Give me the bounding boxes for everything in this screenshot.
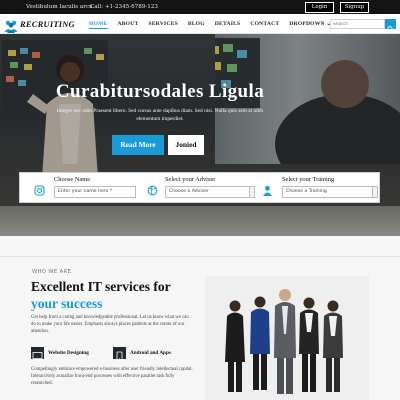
- signup-button[interactable]: Signup: [340, 1, 369, 13]
- search-box: [330, 19, 396, 32]
- search-form-bar: Choose Name Enter your name here * Selec…: [19, 172, 380, 203]
- adviser-label: Select your Adviser: [165, 176, 216, 183]
- search-input[interactable]: [330, 19, 385, 29]
- top-bar: Vestibulum Iaculis arcu Call: +1-2345-67…: [0, 0, 400, 14]
- team-photo: [205, 276, 369, 400]
- feature-label: Website Designing: [48, 350, 89, 356]
- about-paragraph-secondary: Compellingly embrace empowered e-busines…: [31, 367, 193, 387]
- contact-text: Vestibulum Iaculis arcu: [26, 3, 93, 10]
- hero-banner: Curabitursodales Ligula Integer nec odio…: [0, 34, 400, 236]
- training-select[interactable]: Choose a Training: [282, 186, 378, 198]
- nav-home[interactable]: HOME: [84, 14, 113, 34]
- about-heading: Excellent IT services for: [31, 279, 171, 294]
- adviser-select-value: Choose a Adviser: [169, 189, 209, 194]
- about-heading-accent: your success: [31, 296, 103, 311]
- joined-button[interactable]: Jonied: [168, 135, 204, 155]
- navbar: RECRUITING HOME ABOUT SERVICES BLOG DETA…: [0, 14, 400, 34]
- website-design-icon: [31, 347, 44, 361]
- people-logo-icon: [4, 18, 18, 33]
- basketball-icon: [147, 181, 158, 196]
- logo-text: RECRUITING: [20, 19, 75, 29]
- main-nav: HOME ABOUT SERVICES BLOG DETAILS CONTACT…: [84, 14, 336, 34]
- section-divider: [0, 256, 400, 257]
- nav-about[interactable]: ABOUT: [113, 14, 144, 34]
- nav-home-label: HOME: [89, 21, 108, 29]
- nav-details[interactable]: DETAILS: [210, 14, 246, 34]
- instagram-icon: [34, 181, 45, 196]
- logo[interactable]: RECRUITING: [4, 17, 75, 33]
- read-more-button[interactable]: Read More: [112, 135, 164, 155]
- about-eyebrow: WHO WE ARE: [32, 269, 72, 275]
- training-field-group: Select your Training Choose a Training: [262, 173, 380, 204]
- name-field-group: Choose Name Enter your name here *: [34, 173, 149, 204]
- feature-website-designing: Website Designing: [31, 346, 89, 361]
- hero-subtitle: Integer nec odio Praesent libero. Sed cu…: [56, 108, 264, 122]
- training-label: Select your Training: [282, 176, 335, 183]
- training-select-value: Choose a Training: [286, 189, 327, 194]
- call-text: Call: +1-2345-6789-123: [90, 3, 158, 10]
- adviser-select[interactable]: Choose a Adviser: [165, 186, 255, 198]
- name-label: Choose Name: [54, 176, 91, 183]
- feature-label: Android and Apps: [130, 350, 171, 356]
- adviser-field-group: Select your Adviser Choose a Adviser: [147, 173, 262, 204]
- nav-blog[interactable]: BLOG: [183, 14, 210, 34]
- nav-contact[interactable]: CONTACT: [245, 14, 284, 34]
- nav-dropdown[interactable]: DROPDOWN ⌄: [284, 14, 336, 34]
- chevron-down-icon: [249, 187, 254, 197]
- user-icon: [262, 181, 273, 196]
- hero-title: Curabitursodales Ligula: [55, 81, 265, 102]
- feature-android-apps: Android and Apps: [113, 346, 171, 361]
- chevron-down-icon: [372, 187, 377, 197]
- name-input[interactable]: Enter your name here *: [54, 186, 136, 198]
- search-button[interactable]: [385, 19, 396, 32]
- search-icon: [387, 26, 394, 32]
- about-paragraph: Get help from a caring and knowledgeable…: [31, 315, 189, 335]
- android-apps-icon: [113, 347, 126, 361]
- login-button[interactable]: Login: [305, 1, 334, 13]
- nav-services[interactable]: SERVICES: [143, 14, 182, 34]
